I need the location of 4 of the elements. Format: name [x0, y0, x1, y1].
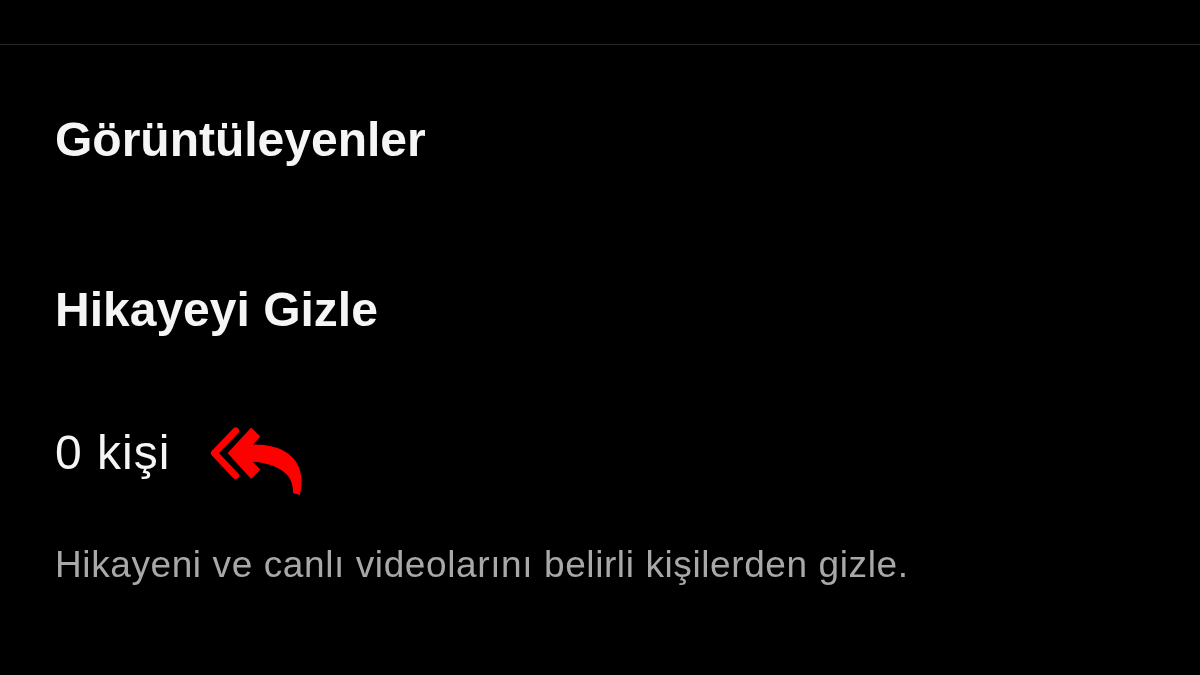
people-count[interactable]: 0 kişi: [55, 425, 171, 481]
section-title[interactable]: Hikayeyi Gizle: [55, 282, 378, 338]
menu-item[interactable]: Görüntüleyenler: [55, 112, 426, 168]
description-text: Hikayeni ve canlı videolarını belirli kişilerden gizle.: [55, 543, 909, 587]
